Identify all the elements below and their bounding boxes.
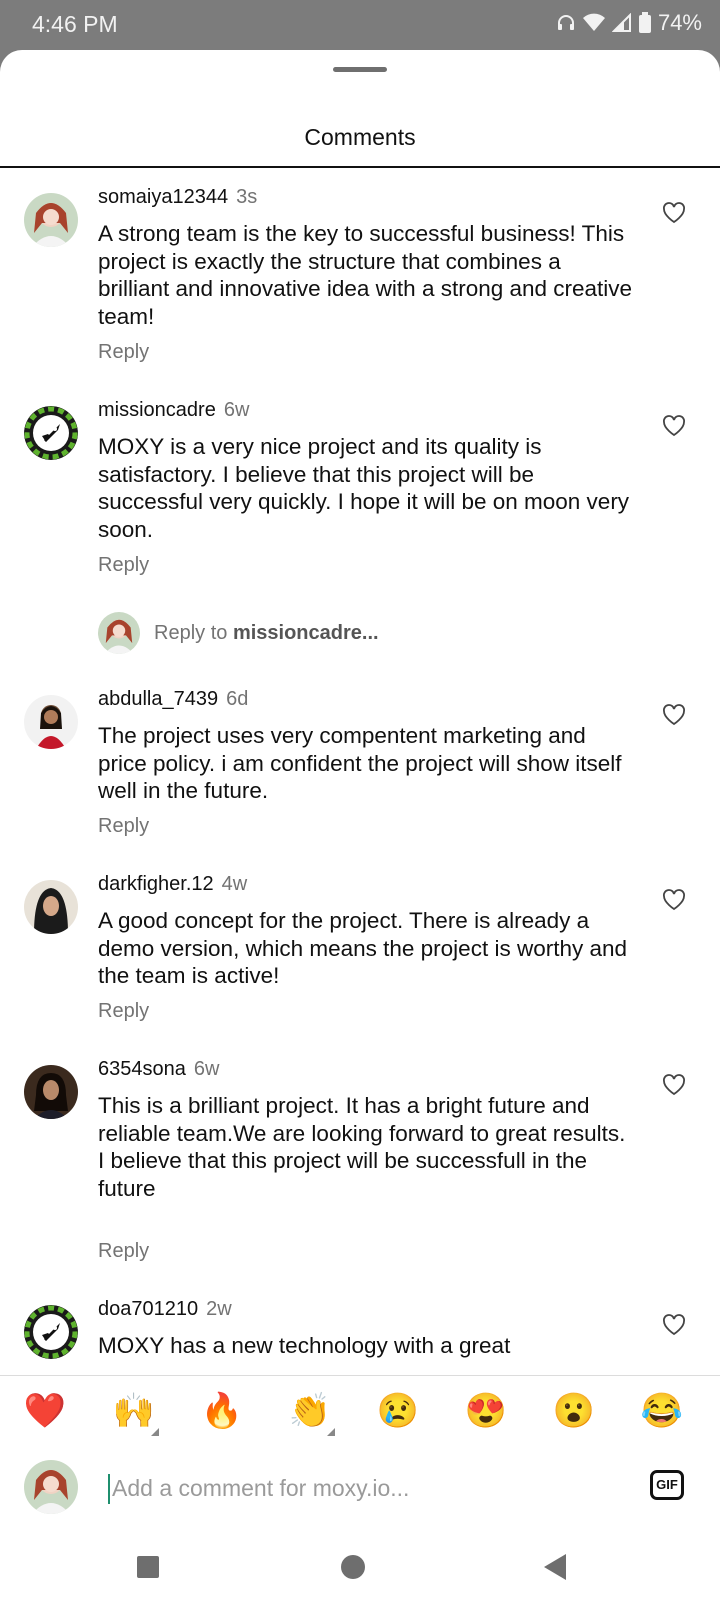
skin-tone-indicator: [327, 1428, 335, 1436]
comment-header: 6354sona 6w: [98, 1058, 219, 1081]
user-avatar[interactable]: [24, 1065, 78, 1119]
comment-time: 2w: [206, 1298, 232, 1320]
reply-to-label: Reply to missioncadre...: [154, 622, 379, 645]
reply-to-row[interactable]: Reply to missioncadre...: [98, 612, 658, 656]
reply-button[interactable]: Reply: [98, 815, 149, 838]
like-heart-icon[interactable]: [662, 1073, 686, 1097]
skin-tone-indicator: [151, 1428, 159, 1436]
username[interactable]: darkfigher.12: [98, 873, 214, 895]
username[interactable]: somaiya12344: [98, 186, 228, 208]
username[interactable]: 6354sona: [98, 1058, 186, 1080]
my-avatar: [24, 1460, 78, 1514]
comment-item: missioncadre 6w MOXY is a very nice proje…: [0, 399, 720, 584]
emoji-clapping-hands[interactable]: 👏: [287, 1390, 335, 1436]
emoji-crying[interactable]: 😢: [375, 1390, 421, 1432]
comment-time: 6w: [223, 399, 250, 421]
comment-item: darkfigher.12 4w A good concept for the p…: [0, 873, 720, 1033]
emoji-heart[interactable]: ❤️: [22, 1390, 68, 1432]
reply-button[interactable]: Reply: [98, 554, 149, 577]
emoji-laughing[interactable]: 😂: [639, 1390, 685, 1432]
back-triangle-icon[interactable]: [544, 1554, 566, 1580]
comment-text: The project uses very compentent marketi…: [98, 723, 622, 803]
comment-input[interactable]: [112, 1468, 632, 1508]
like-heart-icon[interactable]: [662, 888, 686, 912]
comment-list[interactable]: somaiya12344 3s A strong team is the key …: [0, 168, 720, 1424]
user-avatar[interactable]: [24, 406, 78, 460]
comment-item: somaiya12344 3s A strong team is the key …: [0, 186, 720, 371]
comment-time: 6d: [226, 688, 249, 710]
user-avatar[interactable]: [24, 695, 78, 749]
reply-button[interactable]: Reply: [98, 1240, 149, 1263]
battery-percent: 74%: [657, 10, 702, 35]
comment-text: MOXY has a new technology with a great: [98, 1333, 511, 1358]
user-avatar[interactable]: [24, 193, 78, 247]
emoji-clapping-glyph: 👏: [288, 1392, 332, 1430]
user-avatar: [98, 612, 140, 654]
comment-header: darkfigher.12 4w: [98, 873, 247, 896]
system-nav-bar: [0, 1534, 720, 1600]
comment-composer: GIF: [0, 1448, 720, 1534]
like-heart-icon[interactable]: [662, 1313, 686, 1337]
sheet-title: Comments: [304, 124, 416, 150]
gif-button[interactable]: GIF: [650, 1470, 684, 1500]
comments-sheet: Comments somaiya12344 3s A strong team is…: [0, 50, 720, 1600]
username[interactable]: abdulla_7439: [98, 688, 218, 710]
recents-square-icon[interactable]: [137, 1556, 159, 1578]
username[interactable]: doa701210: [98, 1298, 198, 1320]
emoji-heart-eyes[interactable]: 😍: [463, 1390, 509, 1432]
battery-icon: [638, 12, 651, 33]
status-icons: 74%: [556, 10, 702, 36]
emoji-raised-hands-glyph: 🙌: [112, 1392, 156, 1430]
reply-button[interactable]: Reply: [98, 1000, 149, 1023]
like-heart-icon[interactable]: [662, 703, 686, 727]
username[interactable]: missioncadre: [98, 399, 216, 421]
like-heart-icon[interactable]: [662, 201, 686, 225]
comment-header: somaiya12344 3s: [98, 186, 257, 209]
comment-time: 3s: [236, 186, 258, 208]
emoji-surprised[interactable]: 😮: [551, 1390, 597, 1432]
comment-header: doa701210 2w: [98, 1298, 232, 1321]
reply-to-prefix: Reply to: [154, 622, 233, 644]
home-circle-icon[interactable]: [341, 1555, 365, 1579]
comment-time: 6w: [193, 1058, 220, 1080]
user-avatar[interactable]: [24, 880, 78, 934]
emoji-quick-bar: ❤️ 🙌 🔥 👏 😢 😍 😮 😂: [0, 1375, 720, 1450]
reply-to-username: missioncadre...: [232, 622, 379, 644]
headphones-icon: [557, 15, 574, 30]
comment-item: abdulla_7439 6d The project uses very com…: [0, 688, 720, 848]
comment-item: 6354sona 6w This is a brilliant project. …: [0, 1058, 720, 1273]
comment-text: A good concept for the project. There is…: [98, 908, 628, 988]
comment-text: MOXY is a very nice project and its qual…: [98, 434, 630, 542]
status-time: 4:46 PM: [32, 11, 118, 37]
comment-text: This is a brilliant project. It has a br…: [98, 1093, 626, 1201]
comment-header: missioncadre 6w: [98, 399, 249, 422]
comment-text: A strong team is the key to successful b…: [98, 221, 633, 329]
user-avatar[interactable]: [24, 1305, 78, 1359]
text-cursor: [108, 1474, 110, 1504]
emoji-fire[interactable]: 🔥: [199, 1390, 245, 1432]
signal-icon: [611, 13, 631, 32]
drag-handle[interactable]: [333, 67, 387, 72]
comment-time: 4w: [221, 873, 248, 895]
emoji-raised-hands[interactable]: 🙌: [111, 1390, 159, 1436]
status-bar: 4:46 PM 74%: [0, 0, 720, 50]
like-heart-icon[interactable]: [662, 414, 686, 438]
wifi-icon: [582, 13, 605, 31]
reply-button[interactable]: Reply: [98, 341, 149, 364]
comment-header: abdulla_7439 6d: [98, 688, 248, 711]
